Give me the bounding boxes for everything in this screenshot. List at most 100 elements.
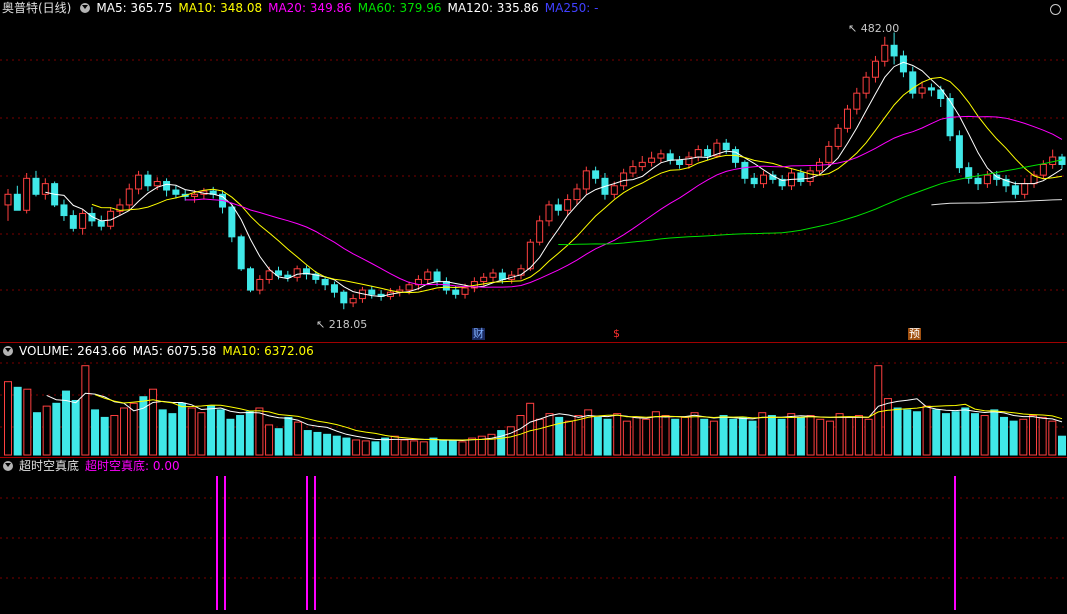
candle-body <box>228 206 236 238</box>
volume-chart[interactable] <box>0 343 1067 457</box>
candle-body <box>163 181 171 191</box>
candle-body <box>153 181 161 187</box>
candle-body <box>284 274 292 278</box>
candle-body <box>881 44 889 62</box>
volume-bar <box>110 415 119 456</box>
candle-body <box>172 189 180 195</box>
volume-bar <box>845 416 854 456</box>
volume-bar <box>642 418 651 456</box>
candle-body <box>480 276 488 283</box>
candle-body <box>648 157 656 163</box>
candle-body <box>256 278 264 291</box>
volume-bar <box>13 386 22 456</box>
volume-bar <box>680 416 689 456</box>
candle-body <box>4 193 12 206</box>
volume-bar <box>429 437 438 456</box>
volume-bar <box>497 430 506 456</box>
candle-body <box>592 170 600 179</box>
volume-bar <box>545 413 554 456</box>
candle-body <box>573 188 581 201</box>
volume-bar <box>468 437 477 456</box>
event-marker-forecast[interactable]: 预 <box>908 328 921 340</box>
volume-bar <box>883 398 892 456</box>
volume-bar <box>961 407 970 456</box>
candle-body <box>330 284 338 293</box>
volume-bar <box>197 412 206 456</box>
volume-bar <box>448 440 457 456</box>
candle-body <box>582 170 590 190</box>
volume-bar <box>825 420 834 456</box>
volume-bar <box>1028 415 1037 456</box>
volume-bar <box>168 413 177 456</box>
volume-bar <box>941 413 950 456</box>
volume-bar <box>178 402 187 456</box>
candle-body <box>1058 156 1066 165</box>
indicator-chart[interactable] <box>0 458 1067 614</box>
volume-bar <box>71 399 80 456</box>
candle-body <box>349 298 357 304</box>
volume-bar <box>574 415 583 456</box>
volume-bar <box>1019 418 1028 456</box>
candle-body <box>843 108 851 129</box>
candle-body <box>676 159 684 165</box>
candle-body <box>247 268 255 291</box>
candle-body <box>433 271 441 283</box>
volume-bar <box>81 365 90 456</box>
event-marker-finance[interactable]: 财 <box>472 328 485 340</box>
candle-body <box>452 289 460 295</box>
volume-bar <box>245 411 254 456</box>
high-price-annotation: ↖ 482.00 <box>848 22 900 35</box>
price-chart[interactable] <box>0 0 1067 342</box>
volume-bar <box>922 405 931 456</box>
volume-bar <box>439 439 448 456</box>
volume-bar <box>284 416 293 456</box>
candle-body <box>666 153 674 161</box>
candle-body <box>620 172 628 187</box>
volume-bar <box>91 409 100 456</box>
candle-body <box>321 278 329 286</box>
candle-body <box>927 87 935 91</box>
volume-bar <box>506 426 515 456</box>
candle-body <box>871 60 879 78</box>
volume-bar <box>622 420 631 456</box>
volume-bar <box>42 405 51 456</box>
candle-body <box>340 291 348 304</box>
volume-bar <box>729 418 738 456</box>
volume-bar <box>690 412 699 456</box>
candle-body <box>657 153 665 159</box>
volume-bar <box>265 424 274 456</box>
volume-bar <box>1058 435 1066 456</box>
volume-bar <box>303 430 312 456</box>
volume-bar <box>381 437 390 456</box>
indicator-pane: 超时空真底 超时空真底: 0.00 <box>0 458 1067 614</box>
candle-body <box>545 204 553 222</box>
volume-bar <box>1038 416 1047 456</box>
ma5-line <box>45 61 1063 298</box>
candle-body <box>890 44 898 57</box>
volume-bar <box>816 418 825 456</box>
volume-bar <box>23 388 32 456</box>
volume-bar <box>738 416 747 456</box>
volume-bar <box>748 420 757 456</box>
volume-bar <box>158 409 167 456</box>
candle-body <box>461 287 469 295</box>
candle-body <box>1011 185 1019 195</box>
candle-body <box>704 149 712 157</box>
volume-bar <box>236 415 245 456</box>
candle-body <box>1039 163 1047 176</box>
candle-body <box>760 174 768 185</box>
candle-body <box>60 204 68 217</box>
volume-bar <box>893 407 902 456</box>
candle-body <box>750 177 758 185</box>
volume-bar <box>758 412 767 456</box>
candle-body <box>23 177 31 211</box>
volume-bar <box>796 416 805 456</box>
volume-bar <box>767 415 776 456</box>
ma20-line <box>185 115 1063 288</box>
volume-bar <box>970 413 979 456</box>
candle-body <box>489 272 497 278</box>
event-marker-dividend[interactable]: $ <box>612 328 621 340</box>
candle-body <box>694 149 702 158</box>
volume-bar <box>294 421 303 456</box>
volume-bar <box>651 411 660 456</box>
